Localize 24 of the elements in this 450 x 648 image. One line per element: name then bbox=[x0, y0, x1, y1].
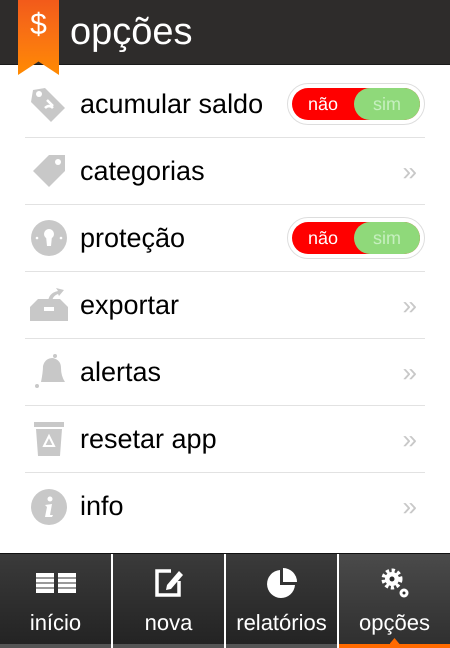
tab[interactable]: nova bbox=[113, 554, 224, 648]
keyhole-icon bbox=[30, 219, 68, 257]
logo-dollar-sign: $ bbox=[30, 10, 47, 43]
toggle-switch[interactable]: não sim bbox=[287, 83, 425, 125]
setting-label: info bbox=[80, 490, 125, 524]
tab[interactable]: início bbox=[0, 554, 111, 648]
pie-chart-icon bbox=[266, 567, 298, 599]
inbox-arrow-icon bbox=[28, 287, 70, 323]
setting-label: resetar app bbox=[80, 422, 218, 456]
toggle-switch[interactable]: não sim bbox=[287, 217, 425, 259]
info-icon bbox=[30, 488, 68, 526]
setting-label: acumular saldo bbox=[80, 88, 264, 121]
gears-icon bbox=[378, 566, 410, 600]
setting-label: categorias bbox=[80, 154, 206, 188]
setting-label: alertas bbox=[80, 356, 162, 389]
banknotes-icon bbox=[34, 571, 78, 595]
tab[interactable]: opções bbox=[339, 554, 450, 648]
screen-title: opções bbox=[70, 13, 193, 51]
setting-label: exportar bbox=[80, 288, 180, 322]
recycle-bin-icon bbox=[32, 420, 66, 458]
setting-label: proteção bbox=[80, 222, 186, 255]
compose-icon bbox=[152, 567, 184, 599]
tab[interactable]: relatórios bbox=[226, 554, 337, 648]
selection-caret bbox=[390, 638, 400, 644]
